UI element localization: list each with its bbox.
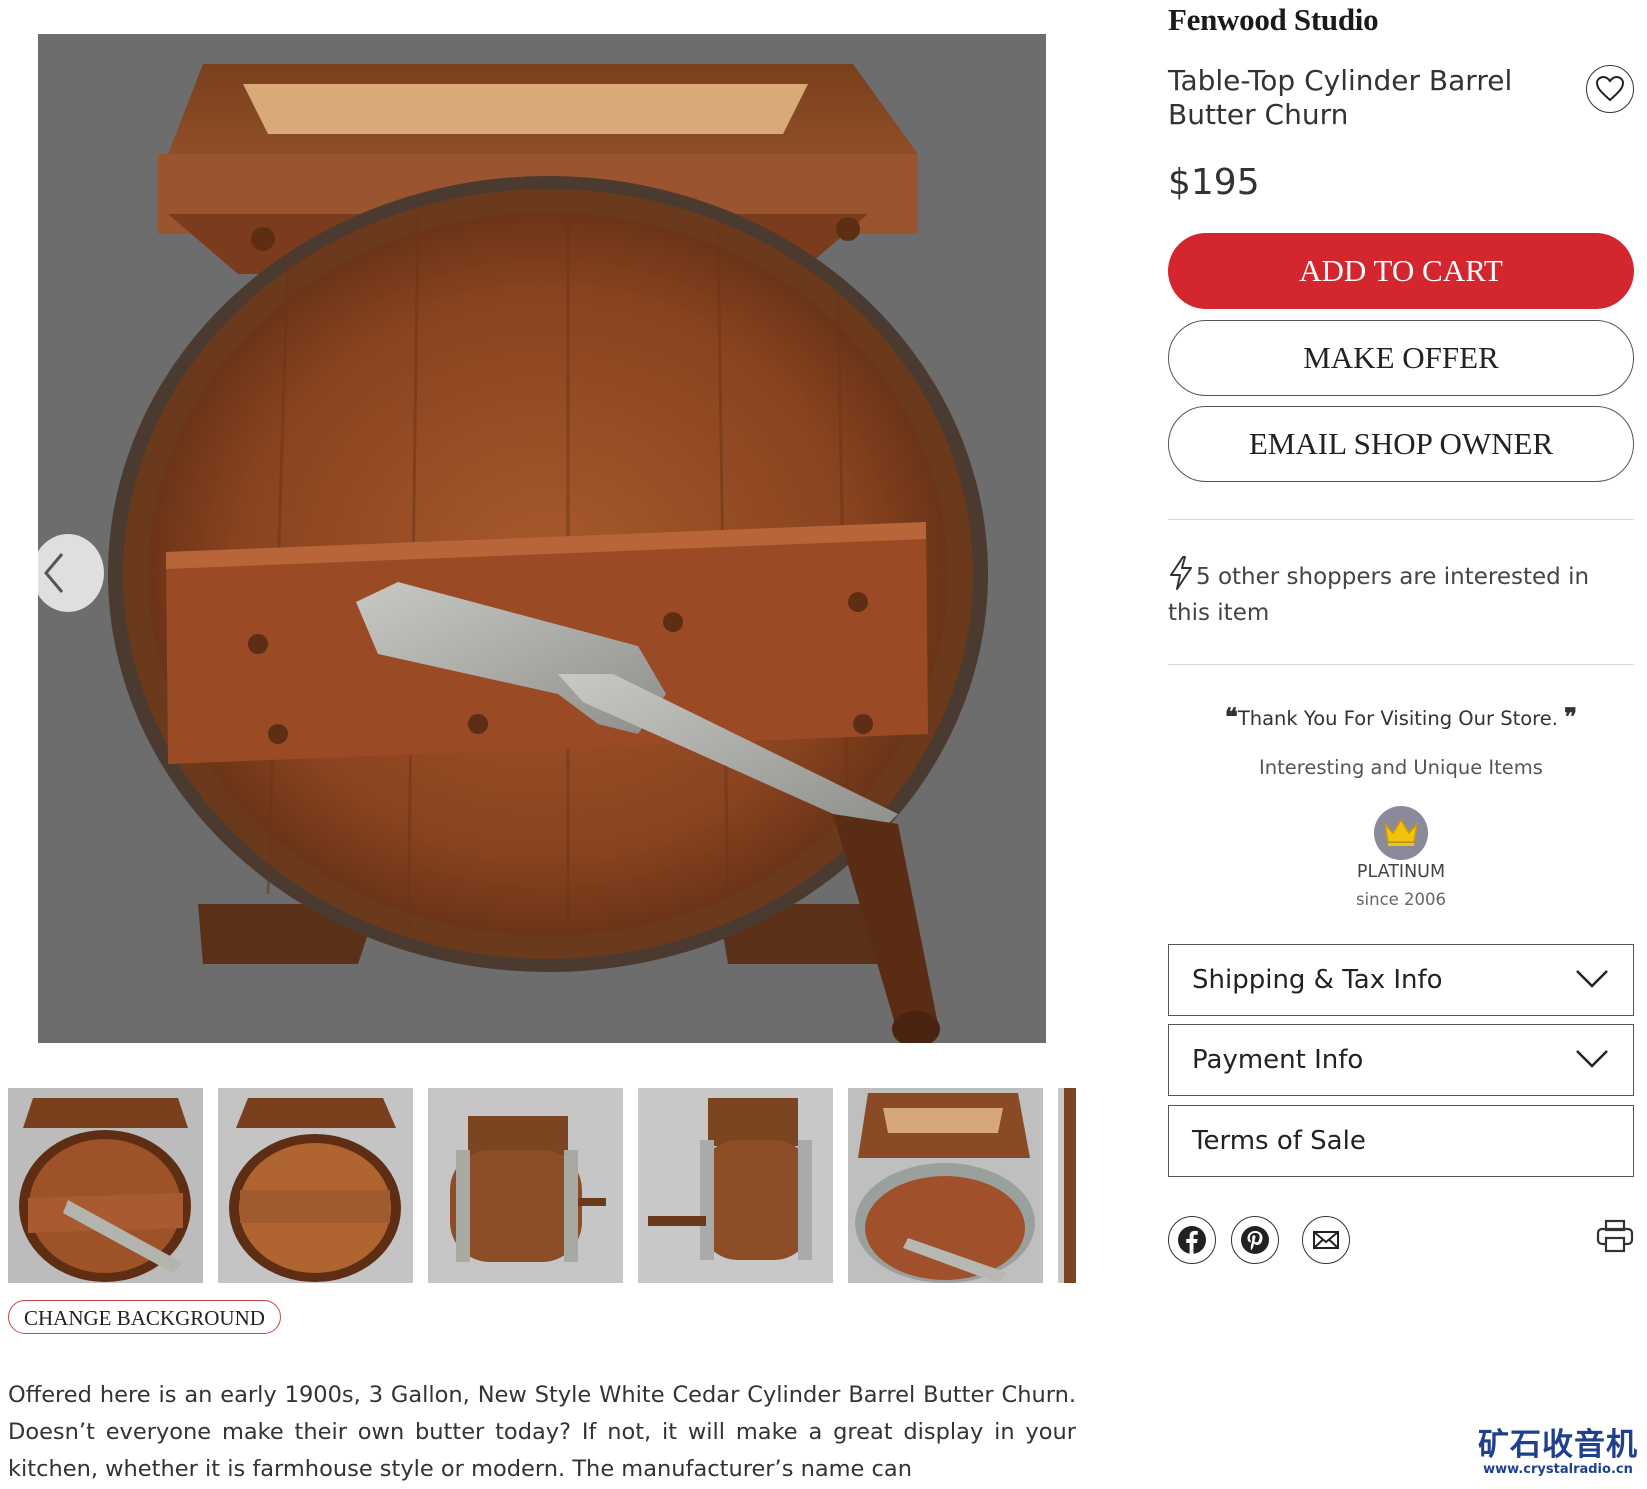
email-icon <box>1313 1231 1339 1249</box>
accordion-label: Terms of Sale <box>1192 1126 1366 1156</box>
thumbnail-3[interactable] <box>428 1088 623 1283</box>
thumbnail-6[interactable] <box>1058 1088 1076 1283</box>
platinum-badge <box>1374 806 1428 860</box>
store-quote: ❝Thank You For Visiting Our Store. ❞ <box>1168 703 1634 732</box>
heart-icon <box>1596 76 1624 102</box>
facebook-share-button[interactable] <box>1168 1216 1216 1264</box>
shipping-tax-accordion[interactable]: Shipping & Tax Info <box>1168 944 1634 1016</box>
product-description: Offered here is an early 1900s, 3 Gallon… <box>8 1382 1076 1482</box>
shop-name[interactable]: Fenwood Studio <box>1168 2 1379 38</box>
email-shop-owner-button[interactable]: EMAIL SHOP OWNER <box>1168 406 1634 482</box>
thumbnail-5[interactable] <box>848 1088 1043 1283</box>
thumbnail-1[interactable] <box>8 1088 203 1283</box>
badge-since: since 2006 <box>1355 890 1447 909</box>
interest-text: 5 other shoppers are interested in this … <box>1168 564 1590 626</box>
butter-churn-image <box>108 64 988 1043</box>
open-quote-mark: ❝ <box>1224 705 1238 731</box>
watermark-line2: www.crystalradio.cn <box>1483 1462 1633 1477</box>
divider <box>1168 664 1634 665</box>
product-title: Table-Top Cylinder Barrel Butter Churn <box>1168 64 1513 131</box>
print-button[interactable] <box>1596 1219 1634 1258</box>
site-watermark: 矿石收音机 www.crystalradio.cn <box>1478 1428 1638 1478</box>
watermark-line1: 矿石收音机 <box>1478 1427 1638 1463</box>
chevron-down-icon <box>1576 1050 1608 1068</box>
store-quote-text: Thank You For Visiting Our Store. <box>1237 707 1558 730</box>
make-offer-button[interactable]: MAKE OFFER <box>1168 320 1634 396</box>
chevron-down-icon <box>1576 970 1608 988</box>
interest-notice: 5 other shoppers are interested in this … <box>1168 556 1628 631</box>
payment-info-accordion[interactable]: Payment Info <box>1168 1024 1634 1096</box>
change-background-button[interactable]: CHANGE BACKGROUND <box>8 1300 281 1334</box>
pinterest-share-button[interactable] <box>1231 1216 1279 1264</box>
accordion-label: Payment Info <box>1192 1045 1364 1075</box>
facebook-icon <box>1178 1226 1206 1254</box>
store-tagline: Interesting and Unique Items <box>1259 756 1543 779</box>
accordion-label: Shipping & Tax Info <box>1192 965 1443 995</box>
lightning-icon <box>1170 556 1192 590</box>
badge-level: PLATINUM <box>1356 862 1446 882</box>
product-price: $195 <box>1168 162 1260 203</box>
divider <box>1168 519 1634 520</box>
pinterest-icon <box>1241 1226 1269 1254</box>
email-share-button[interactable] <box>1302 1216 1350 1264</box>
chevron-left-icon <box>44 553 64 593</box>
add-to-cart-button[interactable]: ADD TO CART <box>1168 233 1634 309</box>
print-icon <box>1596 1219 1634 1253</box>
terms-of-sale-link[interactable]: Terms of Sale <box>1168 1105 1634 1177</box>
main-product-photo[interactable] <box>38 34 1046 1043</box>
thumbnail-4[interactable] <box>638 1088 833 1283</box>
close-quote-mark: ❞ <box>1564 705 1578 731</box>
crown-icon <box>1383 818 1419 846</box>
thumbnail-2[interactable] <box>218 1088 413 1283</box>
favorite-button[interactable] <box>1586 65 1634 113</box>
thumbnail-strip <box>8 1088 1076 1284</box>
